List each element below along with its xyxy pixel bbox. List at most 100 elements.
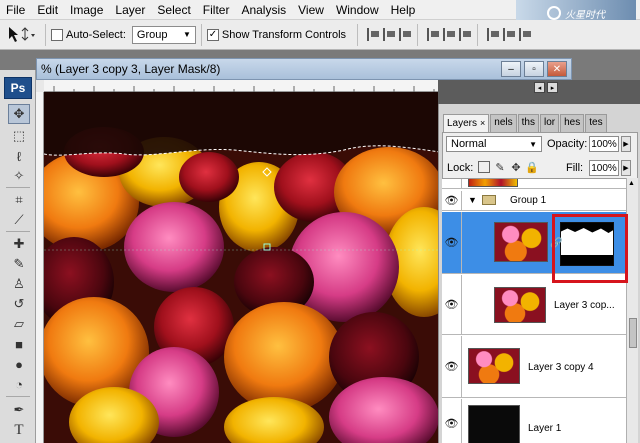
history-brush-tool-icon[interactable]: ↺ [8,294,30,314]
roses-image [44,92,440,443]
tab-color[interactable]: lor [539,114,560,132]
align-right-icon[interactable] [459,28,472,41]
window-buttons: – ▫ ✕ [501,61,567,77]
align-left-icon[interactable] [427,28,440,41]
layer-name: Layer 1 [528,423,562,434]
layer-group-row[interactable]: 👁 ▼ Group 1 [442,191,626,211]
separator [45,23,46,46]
menu-file[interactable]: File [0,0,31,20]
tab-paths[interactable]: ths [517,114,539,132]
visibility-toggle[interactable]: 👁 [442,399,462,443]
align-top-icon[interactable] [367,28,380,41]
menu-layer[interactable]: Layer [109,0,151,20]
highlight-box [552,214,628,283]
image-canvas[interactable] [44,92,440,443]
expand-icon[interactable]: ▸ [547,82,558,93]
distribute-buttons [487,28,532,41]
tab-swatches[interactable]: hes [560,114,585,132]
eye-icon: 👁 [444,418,459,430]
group-expanded-icon[interactable]: ▼ [468,195,477,205]
type-tool-icon[interactable]: T [8,420,30,440]
menu-window[interactable]: Window [330,0,385,20]
align-hcenter-icon[interactable] [443,28,456,41]
lock-transparent-icon[interactable] [478,161,490,173]
auto-select-dropdown[interactable]: Group ▼ [131,25,196,44]
tool-divider [6,396,30,397]
restore-button[interactable]: ▫ [524,61,544,77]
layer-name: Layer 3 copy 4 [528,362,594,373]
lock-pixels-icon[interactable]: ✎ [494,161,506,174]
menu-edit[interactable]: Edit [31,0,64,20]
lasso-tool-icon[interactable]: ℓ [8,146,30,166]
tab-layers[interactable]: Layers × [443,114,490,132]
menu-image[interactable]: Image [64,0,109,20]
brush-tool-icon[interactable]: ✎ [8,254,30,274]
menu-filter[interactable]: Filter [197,0,236,20]
show-transform-label: Show Transform Controls [221,28,347,41]
distribute-bottom-icon[interactable] [519,28,532,41]
marquee-tool-icon[interactable]: ⬚ [8,126,30,146]
tab-styles[interactable]: tes [585,114,607,132]
menu-help[interactable]: Help [385,0,422,20]
app-badge: Ps [4,77,32,99]
separator [417,23,419,46]
layer-row[interactable]: 👁 Layer 3 copy 4 [442,336,626,398]
fill-slider-arrow-icon[interactable]: ▶ [621,160,631,176]
blend-mode-value: Normal [451,138,487,150]
visibility-toggle[interactable] [442,179,462,188]
clone-stamp-tool-icon[interactable]: ♙ [8,274,30,294]
document-title: % (Layer 3 copy 3, Layer Mask/8) [41,62,221,76]
visibility-toggle[interactable]: 👁 [442,336,462,397]
distribute-top-icon[interactable] [487,28,500,41]
show-transform-checkbox[interactable]: ✓ [206,28,219,41]
lock-all-icon[interactable]: 🔒 [525,161,539,174]
auto-select-checkbox[interactable] [51,28,63,41]
menu-select[interactable]: Select [151,0,196,20]
folder-icon [482,195,496,205]
move-tool-preset-icon[interactable] [6,23,40,47]
move-tool-icon[interactable]: ✥ [8,104,30,124]
tab-channels[interactable]: nels [490,114,517,132]
slice-tool-icon[interactable]: ⟋ [8,210,30,230]
lock-label: Lock: [447,162,474,174]
visibility-toggle[interactable]: 👁 [442,212,462,273]
collapse-icon[interactable]: ◂ [534,82,545,93]
eye-icon: 👁 [444,361,459,373]
menu-view[interactable]: View [292,0,330,20]
healing-brush-tool-icon[interactable]: ✚ [8,234,30,254]
tool-divider [6,231,30,232]
opacity-slider-arrow-icon[interactable]: ▶ [621,136,631,152]
document-title-bar[interactable]: % (Layer 3 copy 3, Layer Mask/8) – ▫ ✕ [36,58,572,80]
layer-name: Layer 3 cop... [554,300,615,311]
lock-position-icon[interactable]: ✥ [510,161,522,174]
scroll-up-icon[interactable]: ▲ [628,180,635,187]
align-horizontal-buttons [427,28,472,41]
blend-mode-dropdown[interactable]: Normal ▼ [446,136,542,152]
visibility-toggle[interactable]: 👁 [442,275,462,334]
scrollbar-thumb[interactable] [629,318,637,348]
dodge-tool-icon[interactable]: ◔ [8,374,30,394]
magic-wand-tool-icon[interactable]: ✧ [8,166,30,186]
fill-label: Fill: [566,162,584,174]
layer-row[interactable]: 👁 Layer 1 [442,399,626,443]
fill-input[interactable]: 100% [589,160,619,176]
layer-row[interactable]: 👁 Layer 3 cop... [442,275,626,335]
align-bottom-icon[interactable] [399,28,412,41]
eye-icon: 👁 [444,237,459,249]
distribute-vcenter-icon[interactable] [503,28,516,41]
crop-tool-icon[interactable]: ⌗ [8,190,30,210]
pen-tool-icon[interactable]: ✒ [8,400,30,420]
eye-icon: 👁 [444,299,459,311]
minimize-button[interactable]: – [501,61,521,77]
align-vcenter-icon[interactable] [383,28,396,41]
visibility-toggle[interactable]: 👁 [442,191,462,210]
gradient-tool-icon[interactable]: ■ [8,334,30,354]
opacity-input[interactable]: 100% [589,136,619,152]
eraser-tool-icon[interactable]: ▱ [8,314,30,334]
layer-row[interactable] [442,179,626,189]
tab-close-icon[interactable]: × [480,118,485,128]
close-button[interactable]: ✕ [547,61,567,77]
blur-tool-icon[interactable]: ● [8,354,30,374]
menu-analysis[interactable]: Analysis [235,0,292,20]
opacity-label: Opacity: [547,138,588,150]
